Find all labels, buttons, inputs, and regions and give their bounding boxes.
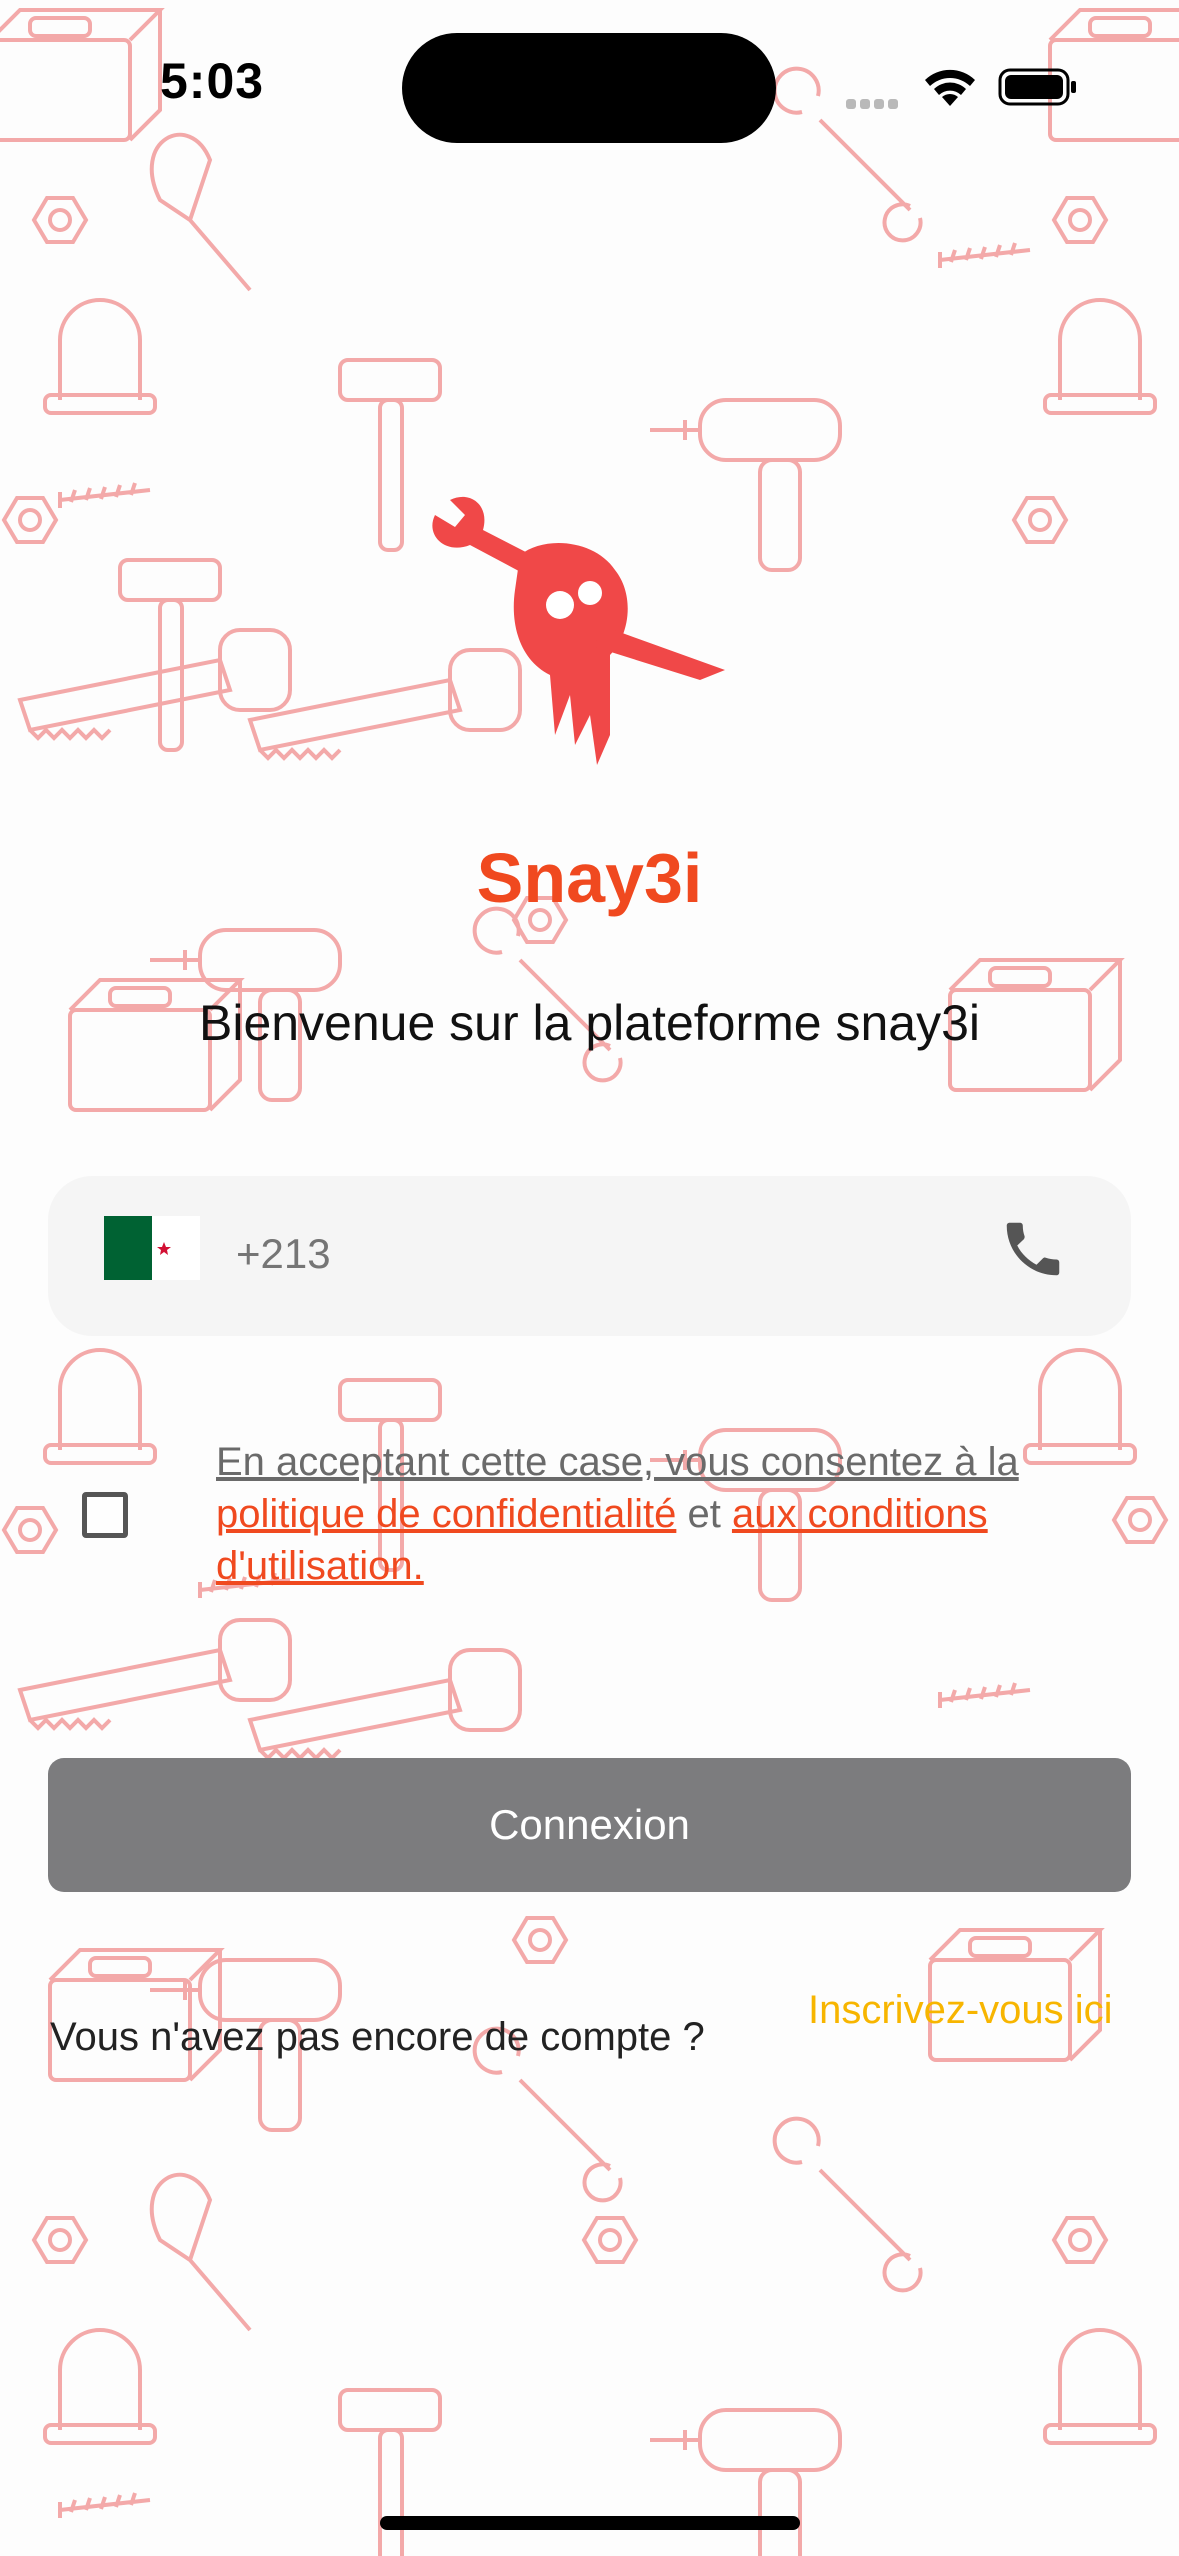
phone-number-field[interactable]: [48, 1176, 1131, 1336]
status-bar: 5:03: [0, 0, 1179, 160]
privacy-policy-link[interactable]: politique de confidentialité: [216, 1492, 676, 1536]
cellular-signal-icon: [846, 96, 902, 114]
dynamic-island: [402, 33, 776, 143]
phone-input[interactable]: [236, 1214, 956, 1294]
app-logo-icon: [432, 496, 725, 765]
battery-icon: [998, 68, 1076, 106]
app-name: Snay3i: [476, 839, 703, 917]
wifi-icon: [925, 69, 975, 106]
phone-icon: [1006, 1222, 1060, 1276]
algeria-flag-icon[interactable]: [104, 1216, 200, 1280]
status-time: 5:03: [160, 53, 265, 109]
consent-conjunction: et: [687, 1492, 721, 1536]
no-account-prompt: Vous n'avez pas encore de compte ?: [50, 2015, 705, 2059]
consent-text: En acceptant cette case, vous consentez …: [216, 1436, 1116, 1592]
consent-lead-text: En acceptant cette case, vous consentez …: [216, 1440, 1019, 1484]
home-indicator[interactable]: [380, 2516, 800, 2530]
consent-checkbox[interactable]: [82, 1492, 128, 1538]
login-button[interactable]: Connexion: [48, 1758, 1131, 1892]
welcome-text: Bienvenue sur la plateforme snay3i: [198, 995, 980, 1051]
signup-link[interactable]: Inscrivez-vous ici: [808, 1985, 1138, 2035]
